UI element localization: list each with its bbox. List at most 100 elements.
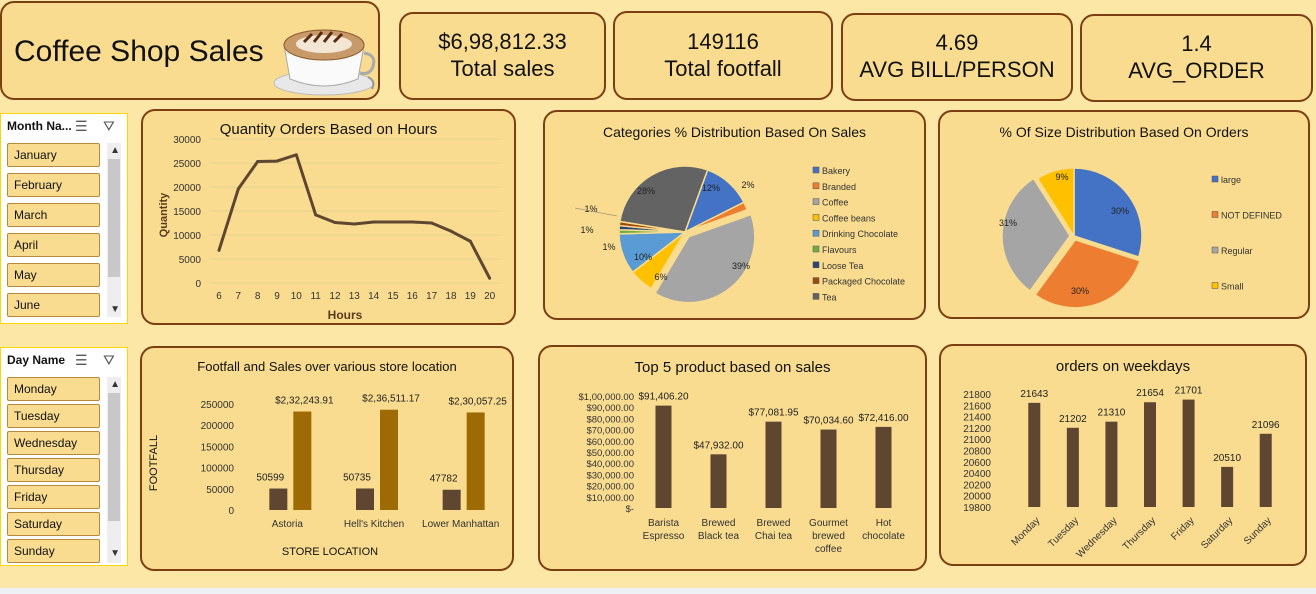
data-label: 1%: [580, 225, 593, 235]
legend-swatch: [812, 293, 820, 300]
dashboard-title: Coffee Shop Sales: [14, 35, 264, 68]
data-label: $91,406.20: [638, 392, 688, 403]
data-label: 21310: [1098, 408, 1126, 419]
data-point: [391, 220, 395, 224]
legend-label: Loose Tea: [822, 261, 863, 271]
slicer-item-monday[interactable]: Monday: [7, 377, 100, 401]
data-point: [449, 229, 453, 233]
slicer-item-june[interactable]: June: [7, 293, 100, 317]
x-tick-label: 19: [465, 291, 477, 302]
slicer-item-wednesday[interactable]: Wednesday: [7, 431, 100, 455]
y-tick-label: 20200: [963, 480, 991, 491]
category-pie-chart: 12% 2% 39% 6%10% 1% 1% 1% 28% Bakery Branded Coffe…: [574, 165, 905, 304]
y-tick-label: 100000: [201, 464, 235, 475]
slicer-item-thursday[interactable]: Thursday: [7, 458, 100, 482]
y-tick-label: 0: [195, 279, 201, 290]
kpi-value: $6,98,812.33: [438, 29, 567, 54]
x-tick-label: Hot: [876, 518, 892, 529]
scrollbar-thumb[interactable]: [108, 159, 120, 277]
y-tick-label: $30,000.00: [586, 470, 634, 481]
kpi-avg-order: 1.4 AVG_ORDER: [1080, 14, 1313, 102]
quantity-line: [217, 153, 491, 279]
x-tick-label: 17: [426, 291, 438, 302]
size-chart-card: % Of Size Distribution Based On Orders 3…: [938, 110, 1310, 319]
data-point: [217, 248, 221, 252]
scroll-down-icon[interactable]: ▼: [110, 548, 120, 559]
slicer-item-march[interactable]: March: [7, 203, 100, 227]
bar: [1221, 466, 1234, 507]
month-slicer: Month Na... ☰ ⛛ January February March A…: [0, 113, 128, 324]
bar: [1105, 421, 1118, 507]
slicer-item-tuesday[interactable]: Tuesday: [7, 404, 100, 428]
bar: [875, 426, 892, 508]
legend-label: Small: [1221, 282, 1244, 292]
scroll-down-icon[interactable]: ▼: [110, 304, 120, 315]
y-tick-label: $50,000.00: [586, 448, 634, 459]
day-slicer-header: Day Name ☰ ⛛: [1, 348, 127, 372]
clear-filter-icon[interactable]: ⛛: [103, 352, 115, 369]
legend-swatch: [1211, 175, 1219, 183]
y-tick-label: $40,000.00: [586, 459, 634, 470]
x-tick-label: 20: [484, 291, 496, 302]
day-slicer: Day Name ☰ ⛛ Monday Tuesday Wednesday Th…: [0, 347, 128, 566]
month-slicer-scrollbar[interactable]: [107, 143, 121, 317]
data-label: 30%: [1071, 286, 1089, 296]
data-label: 50735: [343, 472, 371, 483]
bar: [1066, 427, 1079, 507]
x-tick-label: Friday: [1169, 515, 1196, 542]
day-slicer-scrollbar[interactable]: [107, 377, 121, 563]
data-label: 12%: [702, 183, 720, 193]
legend-label: Regular: [1221, 246, 1253, 256]
kpi-label: AVG BILL/PERSON: [859, 57, 1055, 82]
x-tick-label: Lower Manhattan: [422, 519, 499, 530]
slicer-item-saturday[interactable]: Saturday: [7, 512, 100, 536]
x-tick-label: 14: [368, 291, 380, 302]
clear-filter-icon[interactable]: ⛛: [103, 118, 115, 135]
kpi-value: 1.4: [1181, 31, 1212, 56]
data-label: 47782: [430, 474, 458, 485]
slicer-item-january[interactable]: January: [7, 143, 100, 167]
data-label: $2,32,243.91: [275, 396, 334, 407]
scroll-up-icon[interactable]: ▲: [110, 145, 120, 156]
data-point: [372, 220, 376, 224]
data-label: 28%: [637, 186, 655, 196]
y-tick-label: 0: [228, 506, 234, 517]
bar: [1182, 399, 1195, 507]
slicer-item-friday[interactable]: Friday: [7, 485, 100, 509]
x-tick-label: Black tea: [698, 531, 740, 542]
multi-select-icon[interactable]: ☰: [75, 352, 88, 369]
data-label: $70,034.60: [803, 416, 853, 427]
x-tick-label: Brewed: [757, 518, 791, 529]
y-tick-label: 25000: [173, 159, 201, 170]
x-tick-label: 16: [407, 291, 419, 302]
y-tick-label: $90,000.00: [586, 403, 634, 414]
x-tick-label: 8: [255, 291, 261, 302]
multi-select-icon[interactable]: ☰: [75, 118, 88, 135]
product-chart-card: Top 5 product based on sales $- $10,000.0…: [538, 345, 927, 571]
data-point: [294, 153, 298, 157]
bar: [710, 454, 727, 508]
legend-label: Tea: [822, 292, 837, 302]
data-label: 21643: [1020, 389, 1048, 400]
legend-swatch: [812, 214, 820, 221]
x-tick-label: coffee: [815, 544, 842, 555]
data-label: 9%: [1055, 172, 1068, 182]
scroll-up-icon[interactable]: ▲: [110, 379, 120, 390]
legend-label: Coffee: [822, 198, 848, 208]
data-label: 21701: [1175, 386, 1203, 397]
data-point: [352, 222, 356, 226]
slicer-item-may[interactable]: May: [7, 263, 100, 287]
sheet-tab-strip: [0, 588, 1316, 594]
data-point: [488, 276, 492, 280]
legend-swatch: [812, 182, 820, 190]
slicer-item-april[interactable]: April: [7, 233, 100, 257]
data-label: 1%: [584, 204, 597, 214]
y-tick-label: 19800: [963, 503, 991, 514]
slicer-item-sunday[interactable]: Sunday: [7, 539, 100, 563]
category-chart-card: Categories % Distribution Based On Sales…: [543, 110, 926, 320]
bar: [442, 489, 461, 510]
slicer-item-february[interactable]: February: [7, 173, 100, 197]
scrollbar-thumb[interactable]: [108, 393, 120, 521]
y-tick-label: 15000: [173, 207, 201, 218]
legend-label: Packaged Chocolate: [822, 277, 905, 287]
